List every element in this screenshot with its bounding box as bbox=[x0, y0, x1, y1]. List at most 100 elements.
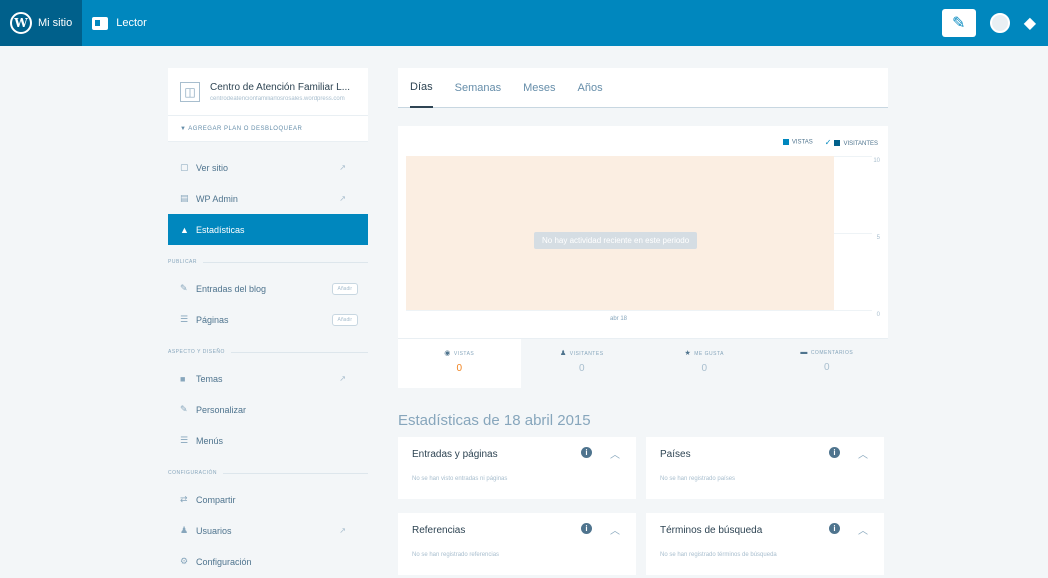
sidebar-item-label: Compartir bbox=[196, 494, 236, 505]
pencil-icon: ✎ bbox=[951, 15, 966, 32]
y-tick-label: 0 bbox=[876, 312, 880, 318]
add-page-button[interactable]: Añadir bbox=[331, 313, 358, 326]
info-icon[interactable]: i bbox=[829, 523, 840, 534]
avatar[interactable] bbox=[989, 13, 1010, 33]
y-tick-label: 10 bbox=[873, 158, 880, 164]
notifications-button[interactable]: ◆ bbox=[1024, 13, 1036, 33]
external-link-icon: ↗ bbox=[339, 163, 346, 172]
gridline bbox=[406, 310, 872, 311]
views-swatch-icon bbox=[782, 139, 789, 146]
sidebar-item-settings[interactable]: ⚙ Configuración bbox=[168, 546, 368, 577]
chevron-up-icon[interactable]: ︿ bbox=[610, 446, 620, 461]
stat-value: 0 bbox=[701, 363, 708, 374]
user-icon: ♟ bbox=[559, 350, 567, 357]
wordpress-logo-icon: W bbox=[10, 12, 32, 34]
stat-value: 0 bbox=[823, 362, 830, 373]
sidebar-item-wp-admin[interactable]: ▤ WP Admin ↗ bbox=[168, 183, 368, 214]
users-icon: ♟ bbox=[180, 525, 189, 535]
period-tabs: Días Semanas Meses Años bbox=[398, 68, 888, 108]
sidebar-item-menus[interactable]: ☰ Menús bbox=[168, 425, 368, 456]
stat-tab-likes[interactable]: ★ ME GUSTA 0 bbox=[643, 339, 766, 388]
external-link-icon: ↗ bbox=[339, 374, 346, 383]
site-icon: ▢ bbox=[180, 162, 189, 172]
sidebar-item-label: Temas bbox=[196, 373, 223, 384]
checkmark-icon: ✓ bbox=[824, 138, 832, 147]
sidebar-item-label: Personalizar bbox=[196, 404, 247, 415]
legend-views[interactable]: VISTAS bbox=[782, 139, 813, 146]
pages-icon: ☰ bbox=[180, 314, 189, 324]
stat-tab-views[interactable]: ◉ VISTAS 0 bbox=[398, 339, 521, 388]
module-posts-pages: Entradas y páginas No se han visto entra… bbox=[398, 437, 636, 499]
visitors-swatch-icon bbox=[834, 140, 841, 147]
sidebar-item-sharing[interactable]: ⇄ Compartir bbox=[168, 484, 368, 515]
sidebar-item-label: Configuración bbox=[196, 556, 252, 567]
reader-icon bbox=[92, 16, 109, 30]
empty-chart-message: No hay actividad reciente en este period… bbox=[534, 232, 698, 249]
sidebar-item-posts[interactable]: ✎ Entradas del blog Añadir bbox=[168, 273, 368, 304]
sidebar-item-view-site[interactable]: ▢ Ver sitio ↗ bbox=[168, 152, 368, 183]
add-post-button[interactable]: Añadir bbox=[331, 282, 358, 295]
stat-tab-comments[interactable]: ▬ COMENTARIOS 0 bbox=[765, 339, 888, 388]
module-countries: Países No se han registrado países i ︿ bbox=[646, 437, 884, 499]
sidebar-item-label: Menús bbox=[196, 435, 224, 446]
sidebar-item-themes[interactable]: ■ Temas ↗ bbox=[168, 363, 368, 394]
chevron-up-icon[interactable]: ︿ bbox=[610, 522, 620, 537]
sidebar-item-label: Ver sitio bbox=[196, 162, 229, 173]
customize-icon: ✎ bbox=[180, 404, 188, 414]
site-url: centrodeatencionfamiliarlosrosales.wordp… bbox=[210, 95, 345, 102]
bell-icon: ◆ bbox=[1023, 15, 1036, 32]
section-header-design: ASPECTO Y DISEÑO bbox=[168, 341, 368, 363]
external-link-icon: ↗ bbox=[339, 526, 346, 535]
reader-button[interactable]: Lector bbox=[82, 0, 157, 46]
sidebar-item-label: Usuarios bbox=[196, 525, 232, 536]
info-icon[interactable]: i bbox=[581, 523, 592, 534]
stats-date-heading: Estadísticas de 18 abril 2015 bbox=[398, 412, 591, 429]
info-icon[interactable]: i bbox=[581, 447, 592, 458]
chevron-up-icon[interactable]: ︿ bbox=[858, 522, 868, 537]
sidebar-item-stats[interactable]: ▲ Estadísticas bbox=[168, 214, 368, 245]
legend-visitors[interactable]: ✓ VISITANTES bbox=[825, 138, 878, 147]
sidebar-item-label: Estadísticas bbox=[196, 224, 245, 235]
module-search-terms: Términos de búsqueda No se han registrad… bbox=[646, 513, 884, 575]
y-tick-label: 5 bbox=[876, 235, 880, 241]
tab-months[interactable]: Meses bbox=[523, 68, 555, 108]
sidebar-item-customize[interactable]: ✎ Personalizar bbox=[168, 394, 368, 425]
posts-icon: ✎ bbox=[180, 283, 188, 293]
my-site-button[interactable]: W Mi sitio bbox=[0, 0, 83, 46]
sidebar-item-label: Páginas bbox=[196, 314, 229, 325]
themes-icon: ■ bbox=[180, 373, 186, 384]
external-link-icon: ↗ bbox=[339, 194, 346, 203]
stat-value: 0 bbox=[456, 363, 463, 374]
site-card[interactable]: ◫ Centro de Atención Familiar L... centr… bbox=[168, 68, 368, 116]
sidebar-item-pages[interactable]: ☰ Páginas Añadir bbox=[168, 304, 368, 335]
chart-legend: VISTAS ✓ VISITANTES bbox=[782, 138, 878, 147]
star-icon: ★ bbox=[684, 350, 692, 357]
sidebar-item-label: Entradas del blog bbox=[196, 283, 267, 294]
site-placeholder-icon: ◫ bbox=[180, 81, 200, 102]
plan-link[interactable]: ▼ AGREGAR PLAN O DESBLOQUEAR bbox=[168, 116, 368, 142]
section-header-publish: PUBLICAR bbox=[168, 251, 368, 273]
comment-icon: ▬ bbox=[800, 349, 808, 356]
chart-card: VISTAS ✓ VISITANTES 10 5 0 No hay activid… bbox=[398, 126, 888, 388]
stat-value: 0 bbox=[578, 363, 585, 374]
sidebar-item-label: WP Admin bbox=[196, 193, 238, 204]
chevron-up-icon[interactable]: ︿ bbox=[858, 446, 868, 461]
chart-bar-area[interactable]: No hay actividad reciente en este period… bbox=[406, 156, 834, 310]
write-post-button[interactable]: ✎ bbox=[941, 9, 976, 37]
masterbar: W Mi sitio Lector ✎ ◆ bbox=[0, 0, 1048, 46]
my-site-label: Mi sitio bbox=[38, 17, 73, 29]
tab-years[interactable]: Años bbox=[578, 68, 603, 108]
reader-label: Lector bbox=[116, 17, 147, 29]
eye-icon: ◉ bbox=[444, 350, 451, 357]
stats-main: Días Semanas Meses Años VISTAS ✓ VISITANT… bbox=[398, 46, 888, 578]
sidebar-item-users[interactable]: ♟ Usuarios ↗ bbox=[168, 515, 368, 546]
module-empty-text: No se han visto entradas ni páginas bbox=[412, 476, 508, 482]
x-tick-label: abr 18 bbox=[610, 316, 628, 322]
module-empty-text: No se han registrado países bbox=[660, 476, 736, 482]
tab-days[interactable]: Días bbox=[410, 68, 433, 108]
share-icon: ⇄ bbox=[180, 494, 188, 504]
tab-weeks[interactable]: Semanas bbox=[455, 68, 501, 108]
info-icon[interactable]: i bbox=[829, 447, 840, 458]
admin-icon: ▤ bbox=[180, 193, 189, 203]
stat-tab-visitors[interactable]: ♟ VISITANTES 0 bbox=[520, 339, 643, 388]
